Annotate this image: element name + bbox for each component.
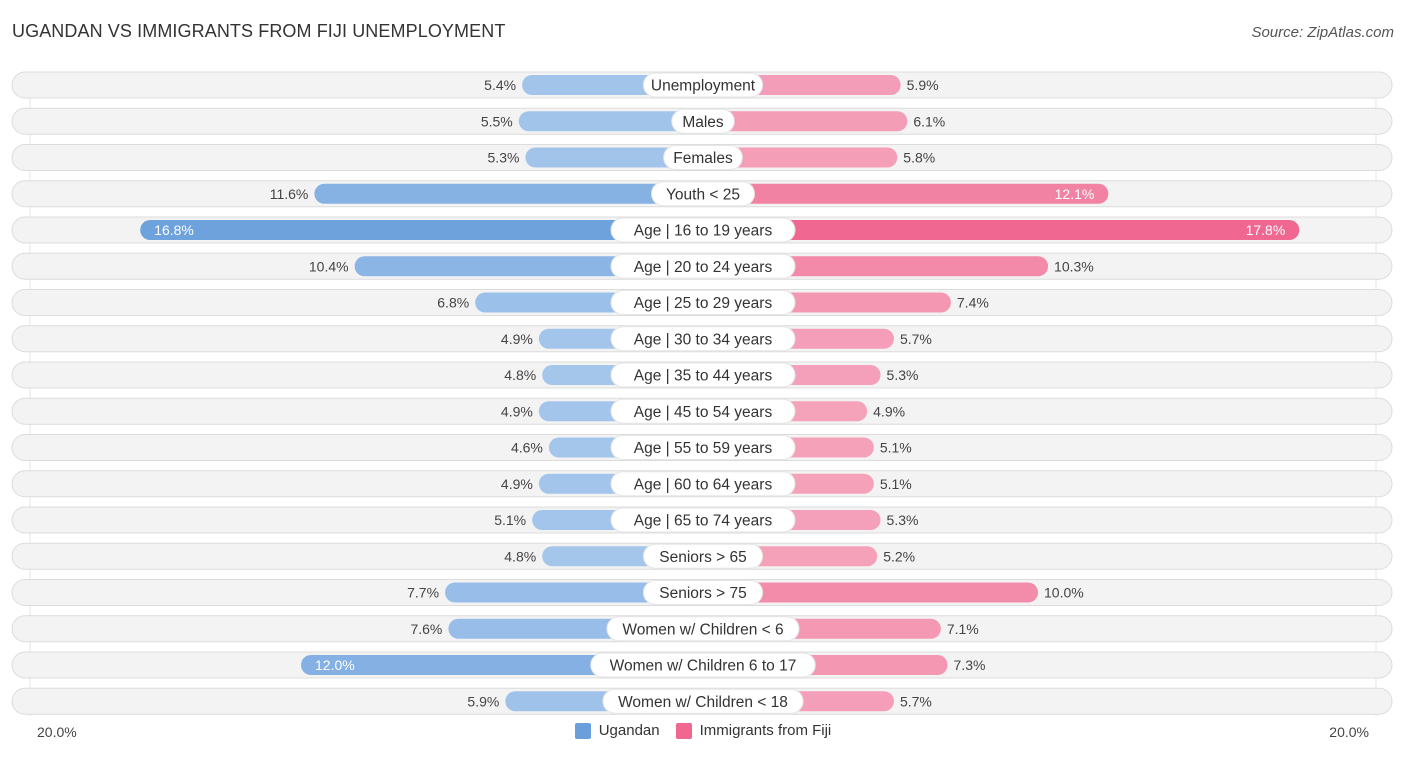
- value-label-fiji: 5.7%: [900, 331, 932, 347]
- value-label-ugandan: 4.8%: [504, 367, 536, 383]
- legend-label-fiji: Immigrants from Fiji: [699, 722, 832, 739]
- category-label: Age | 30 to 34 years: [634, 331, 773, 348]
- legend-item-fiji[interactable]: Immigrants from Fiji: [675, 722, 832, 739]
- value-label-fiji: 4.9%: [873, 403, 905, 419]
- value-label-fiji: 5.7%: [900, 693, 932, 709]
- category-label: Age | 25 to 29 years: [634, 295, 773, 312]
- value-label-ugandan: 5.9%: [467, 693, 499, 709]
- category-label: Age | 35 to 44 years: [634, 368, 773, 385]
- value-label-fiji: 5.1%: [880, 440, 912, 456]
- category-label: Age | 16 to 19 years: [634, 223, 773, 240]
- category-label: Age | 65 to 74 years: [634, 513, 773, 530]
- value-label-fiji: 10.3%: [1054, 258, 1094, 274]
- value-label-ugandan: 12.0%: [315, 657, 355, 673]
- category-label: Age | 20 to 24 years: [634, 259, 773, 276]
- category-label: Women w/ Children < 18: [618, 694, 788, 711]
- value-label-fiji: 5.2%: [883, 548, 915, 564]
- value-label-ugandan: 7.7%: [407, 585, 439, 601]
- category-label: Females: [673, 150, 733, 167]
- value-label-fiji: 6.1%: [913, 113, 945, 129]
- value-label-fiji: 12.1%: [1055, 186, 1095, 202]
- category-label: Women w/ Children 6 to 17: [610, 658, 797, 675]
- value-label-fiji: 5.9%: [907, 77, 939, 93]
- category-label: Age | 45 to 54 years: [634, 404, 773, 421]
- value-label-fiji: 7.1%: [947, 621, 979, 637]
- value-label-ugandan: 4.9%: [501, 403, 533, 419]
- value-label-fiji: 5.8%: [903, 150, 935, 166]
- value-label-ugandan: 16.8%: [154, 222, 194, 238]
- value-label-ugandan: 5.1%: [494, 512, 526, 528]
- value-label-fiji: 17.8%: [1246, 222, 1286, 238]
- legend: Ugandan Immigrants from Fiji: [0, 722, 1406, 739]
- value-label-fiji: 5.3%: [887, 512, 919, 528]
- value-label-ugandan: 4.6%: [511, 440, 543, 456]
- value-label-fiji: 10.0%: [1044, 585, 1084, 601]
- value-label-ugandan: 11.6%: [270, 186, 309, 202]
- value-label-fiji: 5.3%: [887, 367, 919, 383]
- legend-swatch-ugandan: [574, 722, 591, 739]
- value-label-fiji: 7.3%: [954, 657, 986, 673]
- category-label: Males: [682, 114, 724, 131]
- value-label-ugandan: 5.4%: [484, 77, 516, 93]
- value-label-ugandan: 10.4%: [309, 258, 349, 274]
- value-label-ugandan: 4.9%: [501, 331, 533, 347]
- value-label-ugandan: 7.6%: [410, 621, 442, 637]
- value-label-fiji: 5.1%: [880, 476, 912, 492]
- value-label-ugandan: 6.8%: [437, 295, 469, 311]
- legend-label-ugandan: Ugandan: [598, 722, 660, 739]
- legend-item-ugandan[interactable]: Ugandan: [574, 722, 660, 739]
- category-label: Unemployment: [651, 78, 756, 95]
- value-label-ugandan: 5.5%: [481, 113, 513, 129]
- diverging-bar-chart: 5.4% 5.9% Unemployment 5.5% 6.1% Males 5.3% 5.8…: [11, 71, 1393, 716]
- category-label: Women w/ Children < 6: [622, 621, 783, 638]
- value-label-ugandan: 4.8%: [504, 548, 536, 564]
- value-label-ugandan: 5.3%: [488, 150, 520, 166]
- value-label-fiji: 7.4%: [957, 295, 989, 311]
- value-label-ugandan: 4.9%: [501, 476, 533, 492]
- bar-fiji: [693, 183, 1109, 204]
- legend-swatch-fiji: [675, 722, 692, 739]
- category-label: Seniors > 75: [659, 585, 746, 602]
- category-label: Seniors > 65: [659, 549, 746, 566]
- category-label: Age | 55 to 59 years: [634, 440, 773, 457]
- category-label: Age | 60 to 64 years: [634, 476, 773, 493]
- category-label: Youth < 25: [666, 186, 740, 203]
